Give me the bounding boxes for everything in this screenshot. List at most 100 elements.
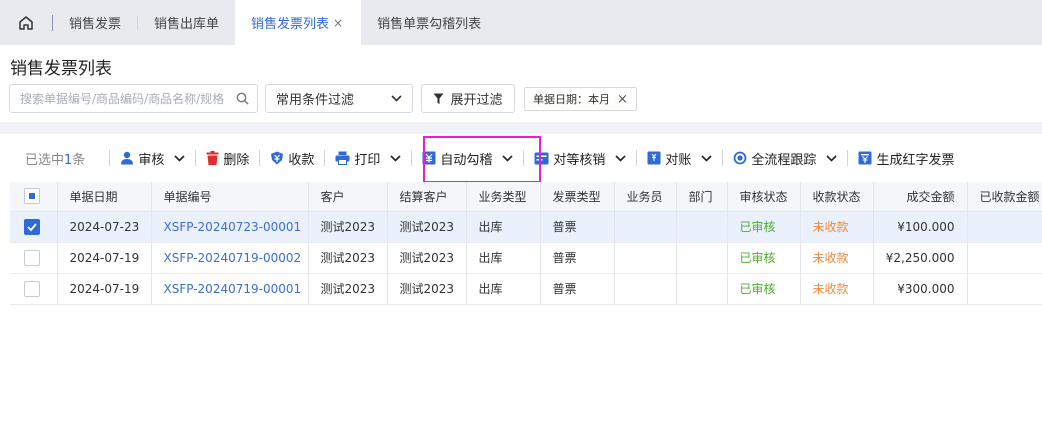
cell-payment-status: 未收款 [800, 273, 874, 305]
column-header[interactable]: 审核状态 [727, 182, 801, 212]
reconcile-button[interactable]: 对账 [647, 149, 712, 168]
toolbar-separator [636, 150, 638, 166]
cell-payment-status: 未收款 [800, 242, 874, 274]
approve-label: 审核 [138, 152, 165, 168]
coin-shield-icon [271, 151, 284, 165]
cell-dept [676, 273, 728, 305]
table-row[interactable]: 2024-07-19 XSFP-20240719-00001 测试2023 测试… [10, 273, 1042, 305]
ledger-icon [647, 151, 661, 165]
column-header[interactable]: 单据编号 [151, 182, 309, 212]
column-header[interactable]: 发票类型 [540, 182, 615, 212]
check-icon [27, 222, 37, 231]
cell-received [967, 242, 1042, 274]
chip-close-icon[interactable]: × [617, 92, 628, 107]
cell-dept [676, 211, 728, 243]
toolbar-separator [109, 150, 111, 166]
cell-settle-customer: 测试2023 [387, 242, 467, 274]
select-all-cell[interactable] [10, 182, 58, 212]
filter-select[interactable]: 常用条件过滤 [265, 84, 413, 113]
home-button[interactable] [0, 0, 52, 45]
cell-code-link[interactable]: XSFP-20240719-00002 [151, 242, 309, 274]
tab-label: 销售单票勾稽列表 [377, 17, 482, 32]
select-all-checkbox[interactable] [24, 188, 40, 205]
toolbar-separator [523, 150, 525, 166]
peer-writeoff-button[interactable]: 对等核销 [534, 149, 626, 168]
home-icon [19, 15, 33, 30]
cell-audit-status: 已审核 [727, 242, 801, 274]
row-checkbox-cell[interactable] [10, 242, 58, 274]
receive-label: 收款 [288, 152, 315, 168]
cell-settle-customer: 测试2023 [387, 211, 467, 243]
cell-customer: 测试2023 [308, 211, 388, 243]
receive-button[interactable]: 收款 [270, 149, 314, 168]
row-checkbox[interactable] [24, 218, 40, 235]
cell-amount: ¥100.000 [873, 211, 968, 243]
chevron-down-icon[interactable] [615, 154, 626, 162]
approve-button[interactable]: 审核 [120, 149, 185, 168]
column-header[interactable]: 单据日期 [57, 182, 152, 212]
page-title: 销售发票列表 [10, 59, 112, 79]
cell-audit-status: 已审核 [727, 273, 801, 305]
cell-biz-type: 出库 [466, 242, 541, 274]
cell-dept [676, 242, 728, 274]
red-invoice-button[interactable]: 生成红字发票 [858, 149, 954, 168]
cell-code-link[interactable]: XSFP-20240723-00001 [151, 211, 309, 243]
cell-biz-type: 出库 [466, 273, 541, 305]
invoice-yen-icon [422, 151, 436, 165]
tab-sales-invoice-list[interactable]: 销售发票列表 × [235, 0, 362, 45]
cell-code-link[interactable]: XSFP-20240719-00001 [151, 273, 309, 305]
search-icon[interactable] [236, 92, 249, 105]
user-icon [121, 151, 134, 165]
chevron-down-icon[interactable] [502, 154, 513, 162]
row-checkbox-cell[interactable] [10, 211, 58, 243]
cell-audit-status: 已审核 [727, 211, 801, 243]
tab-sales-outbound[interactable]: 销售出库单 [138, 0, 235, 45]
header-panel: 销售发票列表 常用条件过滤 展开过滤 单据日期：本月 × [0, 45, 1042, 122]
filter-select-value: 常用条件过滤 [276, 93, 355, 108]
expand-filter-label: 展开过滤 [450, 93, 503, 108]
chevron-down-icon [391, 95, 402, 102]
column-header[interactable]: 业务员 [614, 182, 677, 212]
cell-received [967, 211, 1042, 243]
table-row[interactable]: 2024-07-23 XSFP-20240723-00001 测试2023 测试… [10, 211, 1042, 243]
cell-salesperson [614, 242, 677, 274]
auto-reconcile-button[interactable]: 自动勾稽 [422, 149, 513, 168]
trash-icon [206, 151, 219, 165]
column-header[interactable]: 结算客户 [387, 182, 467, 212]
tab-sales-invoice[interactable]: 销售发票 [53, 0, 137, 45]
column-header[interactable]: 已收款金额 [967, 182, 1042, 212]
target-icon [734, 151, 747, 165]
column-header[interactable]: 部门 [676, 182, 728, 212]
trace-button[interactable]: 全流程跟踪 [733, 149, 838, 168]
chevron-down-icon[interactable] [174, 154, 185, 162]
tab-reconcile-list[interactable]: 销售单票勾稽列表 [361, 0, 497, 45]
row-checkbox-cell[interactable] [10, 273, 58, 305]
column-header[interactable]: 收款状态 [800, 182, 874, 212]
delete-button[interactable]: 删除 [206, 149, 249, 168]
cell-invoice-type: 普票 [540, 211, 615, 243]
date-filter-chip: 单据日期：本月 × [524, 87, 637, 111]
chevron-down-icon[interactable] [701, 154, 712, 162]
print-button[interactable]: 打印 [335, 149, 401, 168]
print-label: 打印 [354, 152, 381, 168]
cell-customer: 测试2023 [308, 273, 388, 305]
expand-filter-button[interactable]: 展开过滤 [421, 84, 515, 113]
selected-count: 已选中1条 [25, 152, 86, 168]
search-input[interactable] [20, 91, 236, 106]
column-header[interactable]: 成交金额 [873, 182, 968, 212]
row-checkbox[interactable] [24, 249, 40, 266]
search-box[interactable] [9, 84, 258, 113]
delete-label: 删除 [223, 152, 250, 168]
cell-customer: 测试2023 [308, 242, 388, 274]
close-icon[interactable]: × [333, 16, 343, 30]
column-header[interactable]: 客户 [308, 182, 388, 212]
row-checkbox[interactable] [24, 280, 40, 297]
invoice-table: 单据日期 单据编号 客户 结算客户 业务类型 发票类型 业务员 部门 审核状态 … [10, 182, 1042, 305]
chevron-down-icon[interactable] [390, 154, 401, 162]
auto-reconcile-label: 自动勾稽 [440, 152, 493, 168]
chevron-down-icon[interactable] [826, 154, 838, 162]
invoice-icon [858, 151, 872, 165]
table-row[interactable]: 2024-07-19 XSFP-20240719-00002 测试2023 测试… [10, 242, 1042, 274]
red-invoice-label: 生成红字发票 [876, 152, 955, 168]
column-header[interactable]: 业务类型 [466, 182, 541, 212]
